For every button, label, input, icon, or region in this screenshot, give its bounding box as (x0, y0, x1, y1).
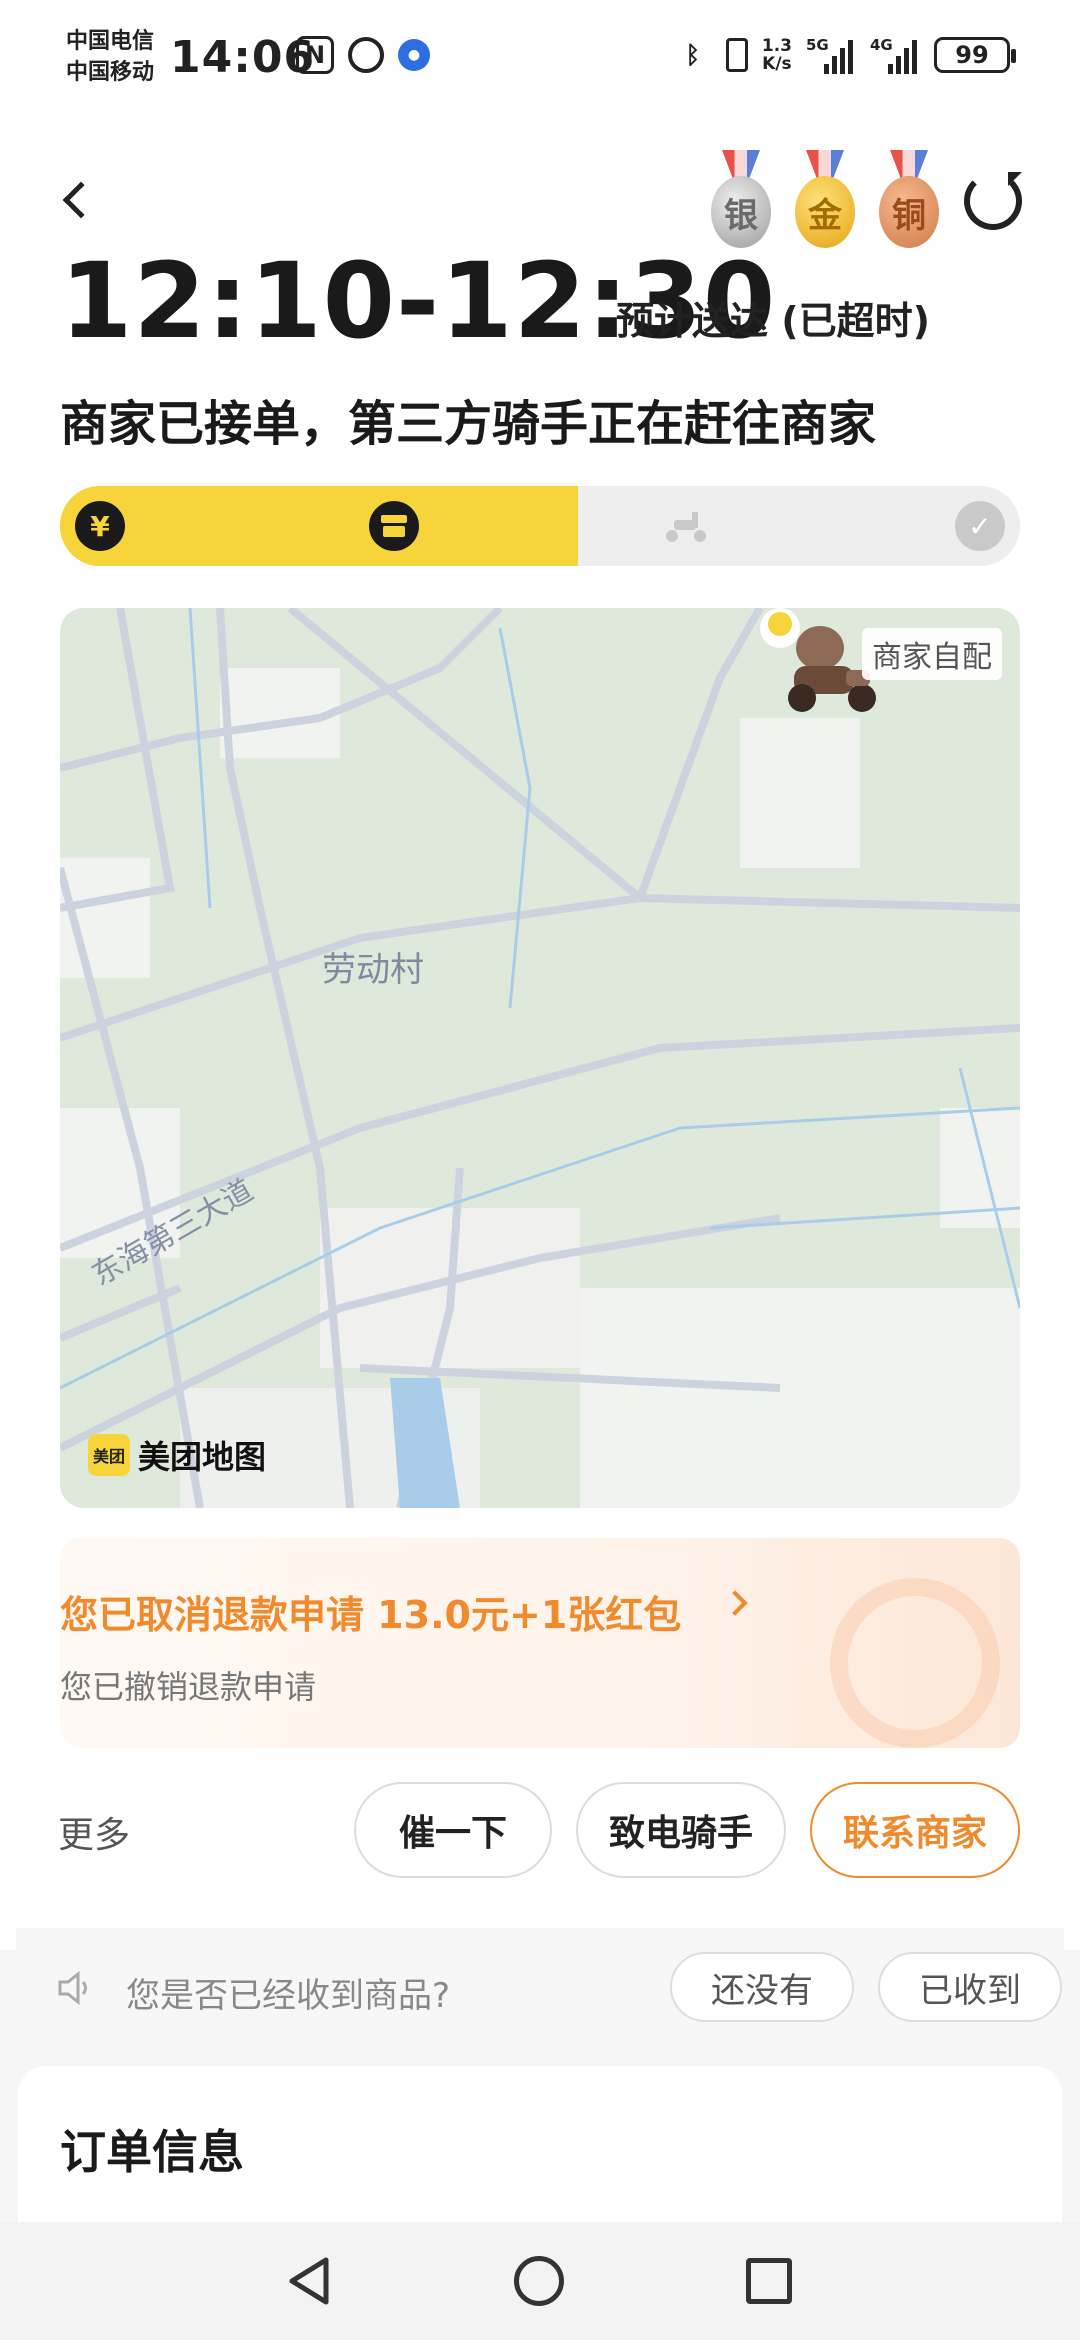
refund-notice[interactable]: 您已取消退款申请 13.0元+1张红包 您已撤销退款申请 (60, 1538, 1020, 1748)
refund-subtitle: 您已撤销退款申请 (60, 1668, 317, 1706)
battery-indicator: 99 (934, 37, 1016, 73)
carrier-info: 中国电信 中国移动 (66, 26, 154, 88)
delivery-type-tag: 商家自配 (862, 628, 1002, 680)
receipt-question-row: 您是否已经收到商品? 还没有 已收到 (16, 1928, 1064, 2048)
receipt-question: 您是否已经收到商品? (126, 1976, 451, 2016)
map-village-label: 劳动村 (322, 950, 424, 990)
carrier-1: 中国电信 (66, 29, 155, 54)
nav-recent-apps-icon[interactable] (746, 2258, 792, 2304)
nav-home-icon[interactable] (514, 2256, 564, 2306)
net-speed: 1.3 K/s (762, 37, 792, 73)
clock-watermark-icon (830, 1578, 1000, 1748)
step-paid: ¥ (60, 486, 140, 566)
nav-back-icon[interactable] (286, 2256, 332, 2306)
back-button[interactable] (56, 170, 106, 230)
system-nav-bar (0, 2222, 1080, 2340)
map-background (60, 608, 1020, 1508)
scooter-icon (661, 501, 711, 551)
status-time: 14:06 (170, 32, 316, 83)
order-info-title: 订单信息 (60, 2125, 244, 2179)
net-speed-unit: K/s (762, 54, 792, 74)
nfc-icon: N (296, 36, 334, 74)
store-icon (369, 501, 419, 551)
back-arrow-icon (62, 181, 100, 219)
refresh-icon[interactable] (964, 172, 1022, 230)
yuan-icon: ¥ (75, 501, 125, 551)
map-provider-logo: 美团 美团地图 (88, 1432, 266, 1478)
status-icons-left: N ● (296, 36, 430, 74)
urge-button[interactable]: 催一下 (354, 1782, 552, 1878)
map-provider-name: 美团地图 (138, 1438, 267, 1476)
status-icons-right: ᛒ 1.3 K/s 5G 4G 99 (674, 36, 1016, 74)
step-delivered: ✓ (940, 486, 1020, 566)
alarm-icon (348, 37, 384, 73)
contact-merchant-button[interactable]: 联系商家 (810, 1782, 1020, 1878)
status-bar: 中国电信 中国移动 14:06 N ● ᛒ 1.3 K/s 5G 4G 99 (0, 0, 1080, 120)
silver-medal-icon[interactable]: 银 (706, 150, 776, 250)
refund-title[interactable]: 您已取消退款申请 13.0元+1张红包 (60, 1584, 681, 1639)
vibrate-icon (725, 38, 748, 72)
order-status-text: 商家已接单，第三方骑手正在赶往商家 (60, 396, 877, 452)
progress-bar (60, 486, 1020, 566)
signal-5g-label: 5G (806, 36, 829, 54)
call-rider-button[interactable]: 致电骑手 (576, 1782, 786, 1878)
app-notification-icon: ● (398, 39, 430, 71)
speaker-icon (58, 1970, 87, 2006)
bluetooth-icon: ᛒ (685, 41, 701, 69)
delivery-map[interactable]: 劳动村 东海第三大道 商家自配 美团 美团地图 (60, 608, 1020, 1508)
signal-4g-label: 4G (870, 36, 893, 54)
step-merchant (354, 486, 434, 566)
meituan-logo-icon: 美团 (88, 1434, 130, 1476)
carrier-2: 中国移动 (66, 60, 155, 85)
medal-row[interactable]: 银 金 铜 (706, 150, 944, 250)
signal-4g-icon: 4G (870, 36, 920, 74)
check-icon: ✓ (955, 501, 1005, 551)
net-speed-value: 1.3 (761, 36, 792, 56)
eta-label: 预计送达 (已超时) (616, 299, 930, 343)
not-yet-button[interactable]: 还没有 (670, 1952, 854, 2022)
received-button[interactable]: 已收到 (878, 1952, 1062, 2022)
chevron-right-icon[interactable] (722, 1590, 748, 1616)
step-delivering (646, 486, 726, 566)
gold-medal-icon[interactable]: 金 (790, 150, 860, 250)
signal-5g-icon: 5G (806, 36, 856, 74)
more-button[interactable]: 更多 (58, 1806, 130, 1858)
bronze-medal-icon[interactable]: 铜 (874, 150, 944, 250)
